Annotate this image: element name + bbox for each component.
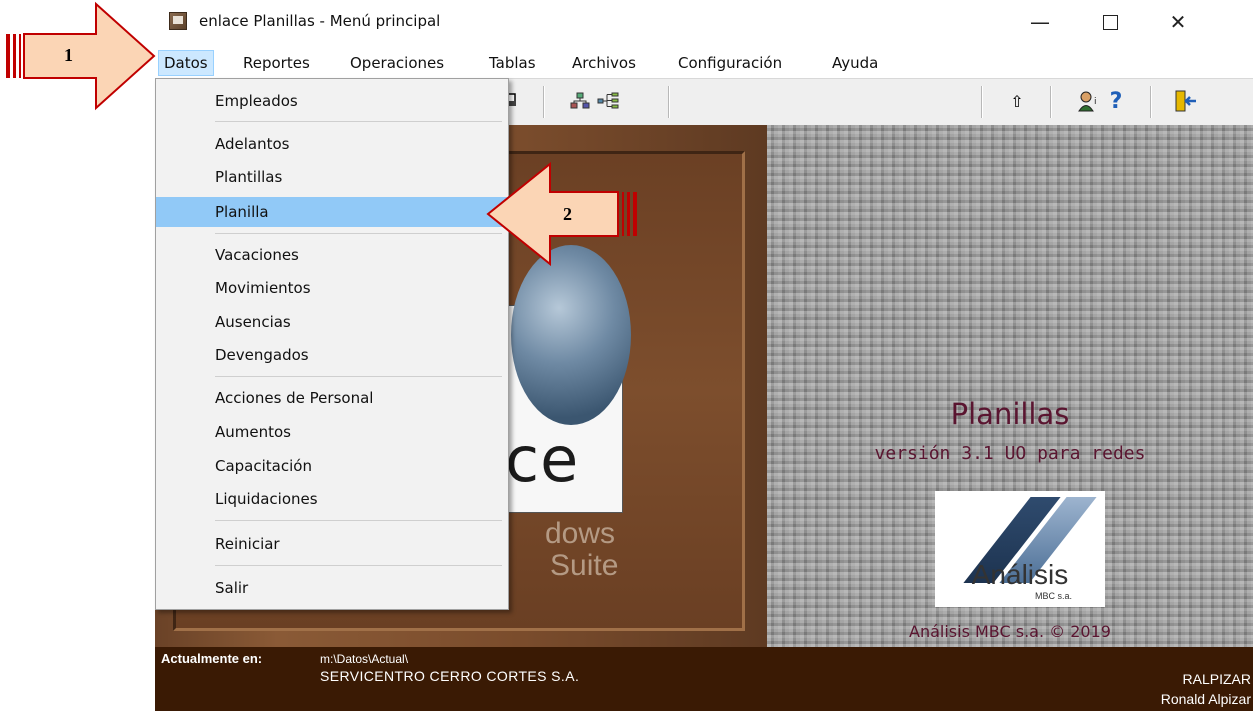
menu-tablas[interactable]: Tablas [485, 50, 540, 76]
menu-item-devengados[interactable]: Devengados [156, 341, 508, 369]
menu-separator [215, 520, 502, 521]
callout-number-1: 1 [64, 45, 73, 65]
callout-arrow-1 [6, 1, 156, 111]
menu-separator [215, 233, 502, 234]
callout-number-2: 2 [563, 204, 572, 224]
org-chart-icon[interactable] [568, 89, 592, 113]
minimize-icon: — [1030, 10, 1050, 34]
copyright: Análisis MBC s.a. © 2019 [909, 622, 1111, 641]
menu-separator [215, 121, 502, 122]
menu-item-capacitacion[interactable]: Capacitación [156, 452, 508, 480]
minimize-button[interactable]: — [1017, 6, 1063, 38]
question-icon[interactable]: ? [1105, 89, 1127, 114]
logo-suite-text: Suite [550, 549, 619, 582]
svg-text:i: i [1094, 97, 1097, 107]
user-help-icon[interactable]: i [1076, 89, 1102, 113]
up-arrow-icon[interactable]: ⇧ [1007, 89, 1027, 113]
status-path: m:\Datos\Actual\ [320, 652, 409, 666]
status-user-name: Ronald Alpizar [1160, 691, 1251, 707]
menu-item-ausencias[interactable]: Ausencias [156, 308, 508, 336]
menu-item-planilla[interactable]: Planilla [156, 197, 508, 227]
status-company: SERVICENTRO CERRO CORTES S.A. [320, 668, 580, 684]
brand-name: Análisis [971, 559, 1069, 590]
menu-item-salir[interactable]: Salir [156, 574, 508, 602]
menu-configuracion[interactable]: Configuración [674, 50, 786, 76]
menu-item-acciones-de-personal[interactable]: Acciones de Personal [156, 384, 508, 412]
menu-ayuda[interactable]: Ayuda [828, 50, 882, 76]
title-bar: enlace Planillas - Menú principal — ✕ [155, 0, 1253, 44]
product-version: versión 3.1 UO para redes [874, 443, 1146, 464]
menu-reportes[interactable]: Reportes [239, 50, 314, 76]
maximize-icon [1102, 14, 1118, 30]
tree-icon[interactable] [595, 89, 621, 113]
menu-item-vacaciones[interactable]: Vacaciones [156, 241, 508, 269]
logo-windows-text: dows [545, 517, 616, 550]
menu-datos[interactable]: Datos [158, 50, 214, 76]
menu-operaciones[interactable]: Operaciones [346, 50, 448, 76]
menu-item-empleados[interactable]: Empleados [156, 87, 508, 115]
datos-dropdown-menu: Empleados Adelantos Plantillas Planilla … [155, 78, 509, 610]
menu-bar: Datos Reportes Operaciones Tablas Archiv… [155, 50, 1253, 76]
exit-door-icon[interactable] [1173, 89, 1199, 113]
maximize-button[interactable] [1087, 6, 1133, 38]
status-user-id: RALPIZAR [1182, 671, 1251, 687]
logo-text: ce [505, 423, 580, 496]
menu-item-plantillas[interactable]: Plantillas [156, 163, 508, 191]
close-icon: ✕ [1169, 10, 1187, 34]
close-button[interactable]: ✕ [1155, 6, 1201, 38]
logo-sphere [511, 245, 631, 425]
menu-separator [215, 376, 502, 377]
product-name: Planillas [950, 397, 1070, 431]
status-label: Actualmente en: [161, 651, 263, 666]
menu-item-movimientos[interactable]: Movimientos [156, 274, 508, 302]
menu-separator [215, 565, 502, 566]
brand-subtitle: MBC s.a. [1035, 591, 1073, 601]
splash-right-panel: Planillas versión 3.1 UO para redes Anál… [767, 125, 1253, 647]
status-bar: Actualmente en: m:\Datos\Actual\ SERVICE… [155, 647, 1253, 711]
menu-item-liquidaciones[interactable]: Liquidaciones [156, 485, 508, 513]
menu-item-reiniciar[interactable]: Reiniciar [156, 530, 508, 558]
app-icon [169, 12, 187, 30]
window-title: enlace Planillas - Menú principal [199, 12, 441, 30]
menu-item-adelantos[interactable]: Adelantos [156, 130, 508, 158]
menu-archivos[interactable]: Archivos [568, 50, 640, 76]
menu-item-aumentos[interactable]: Aumentos [156, 418, 508, 446]
brand-logo: Análisis MBC s.a. [935, 491, 1105, 607]
